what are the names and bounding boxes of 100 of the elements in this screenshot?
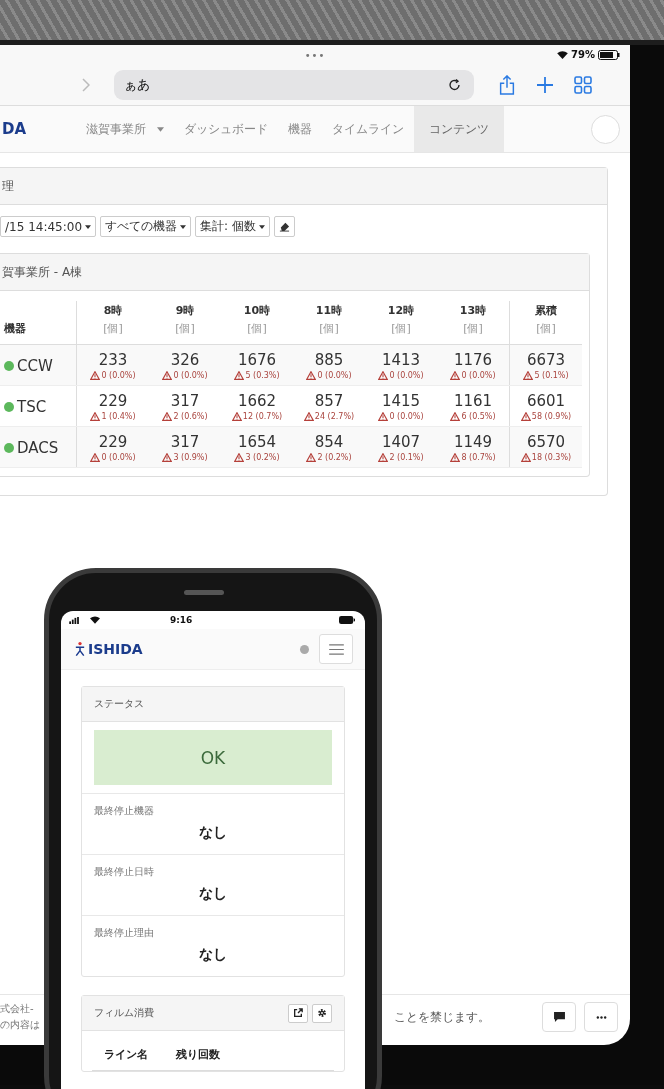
caret-icon[interactable] [258,224,265,229]
battery-percent: 79% [571,49,595,60]
battery-icon [339,616,355,624]
field-label: 最終停止機器 [94,804,155,818]
error-count: 0 (0.0%) [101,371,136,380]
menu-icon[interactable] [328,643,344,655]
error-count: 2 (0.6%) [173,412,208,421]
warning-icon [450,412,461,421]
footer-text: ことを禁じます。 [394,1008,490,1026]
chat-button[interactable] [542,1002,576,1032]
error-count: 6 (0.5%) [461,412,496,421]
count-value: 1407 [380,433,422,451]
warning-icon [162,412,173,421]
error-count: 5 (0.1%) [534,371,569,380]
warning-icon [90,453,101,462]
warning-icon [523,371,534,380]
warning-icon [234,371,245,380]
more-icon[interactable] [595,1015,607,1019]
logo-text[interactable]: DA [0,120,76,138]
caret-icon[interactable] [85,224,92,229]
count-value: 317 [169,392,201,410]
warning-icon [303,412,314,421]
count-value: 1654 [236,433,278,451]
column-header: 9時 [個] [149,301,221,345]
count-value: 1415 [380,392,422,410]
footer-text: の内容は [0,1018,40,1032]
status-indicator [300,644,309,654]
nav-item[interactable]: コンテンツ [414,106,504,152]
nav-item[interactable]: 機器 [278,106,322,152]
column-header: 12時 [個] [365,301,437,345]
nav-item[interactable]: 滋賀事業所 [76,106,174,152]
error-count: 0 (0.0%) [389,412,424,421]
error-count: 18 (0.3%) [531,453,572,462]
error-count: 8 (0.7%) [461,453,496,462]
warning-icon [378,371,389,380]
warning-icon [520,453,531,462]
column-header: 残り回数 [176,1047,220,1062]
settings-icon[interactable] [317,1008,327,1018]
warning-icon [520,412,531,421]
section-title: 賀事業所 - A棟 [1,263,83,281]
count-value: 233 [97,351,129,369]
device-name: DACS [17,438,59,457]
count-value: 885 [313,351,345,369]
warning-icon [231,412,242,421]
device-name: CCW [17,356,53,375]
share-icon[interactable] [498,75,516,95]
external-link-icon[interactable] [293,1008,303,1018]
warning-icon [450,371,461,380]
error-count: 2 (0.1%) [389,453,424,462]
external-link-button[interactable] [288,1003,308,1023]
error-count: 58 (0.9%) [531,412,572,421]
count-value: 1676 [236,351,278,369]
count-value: 1149 [452,433,494,451]
footer-text: 式会社- [0,1002,35,1016]
nav-item[interactable]: ダッシュボード [174,106,278,152]
column-header: 10時 [個] [221,301,293,345]
count-value: 857 [313,392,345,410]
error-count: 1 (0.4%) [101,412,136,421]
error-count: 0 (0.0%) [389,371,424,380]
field-label: 最終停止日時 [94,865,155,879]
wifi-icon [90,616,100,624]
eraser-icon[interactable] [278,221,290,232]
logo-text[interactable]: ISHIDA [88,641,143,657]
settings-button[interactable] [312,1003,332,1023]
error-count: 2 (0.2%) [317,453,352,462]
dropdown-button[interactable]: すべての機器 [100,216,192,237]
address-field[interactable]: ぁあ [114,70,474,100]
multitask-dots[interactable]: ••• [304,49,326,61]
nav-item[interactable]: タイムライン [322,106,414,152]
field-value: なし [198,946,228,964]
error-count: 0 (0.0%) [173,371,208,380]
column-header: 13時 [個] [437,301,510,345]
field-value: なし [198,885,228,903]
warning-icon [90,371,101,380]
caret-icon[interactable] [180,224,187,229]
menu-button[interactable] [319,634,353,664]
card-title: ステータス [94,697,144,711]
dropdown-button[interactable]: 集計: 個数 [195,216,270,237]
eraser-button[interactable] [273,216,295,237]
column-header: 8時 [個] [76,301,149,345]
warning-icon [90,412,101,421]
tabs-icon[interactable] [574,75,592,95]
error-count: 12 (0.7%) [242,412,283,421]
error-count: 3 (0.2%) [245,453,280,462]
warning-icon [162,453,173,462]
reload-icon[interactable] [448,78,462,92]
count-value: 326 [169,351,201,369]
logo-figure-icon [75,641,85,657]
count-value: 1161 [452,392,494,410]
column-header: 11時 [個] [293,301,365,345]
warning-icon [378,453,389,462]
count-value: 1413 [380,351,422,369]
speech-bubble-icon[interactable] [553,1012,565,1022]
panel-title: 理 [1,177,14,195]
plus-icon[interactable] [536,75,554,95]
clock-time: 9:16 [170,615,193,625]
count-value: 854 [313,433,345,451]
column-header: 機器 [0,301,77,345]
dropdown-button[interactable]: /15 14:45:00 [0,216,97,237]
count-value: 6601 [525,392,567,410]
